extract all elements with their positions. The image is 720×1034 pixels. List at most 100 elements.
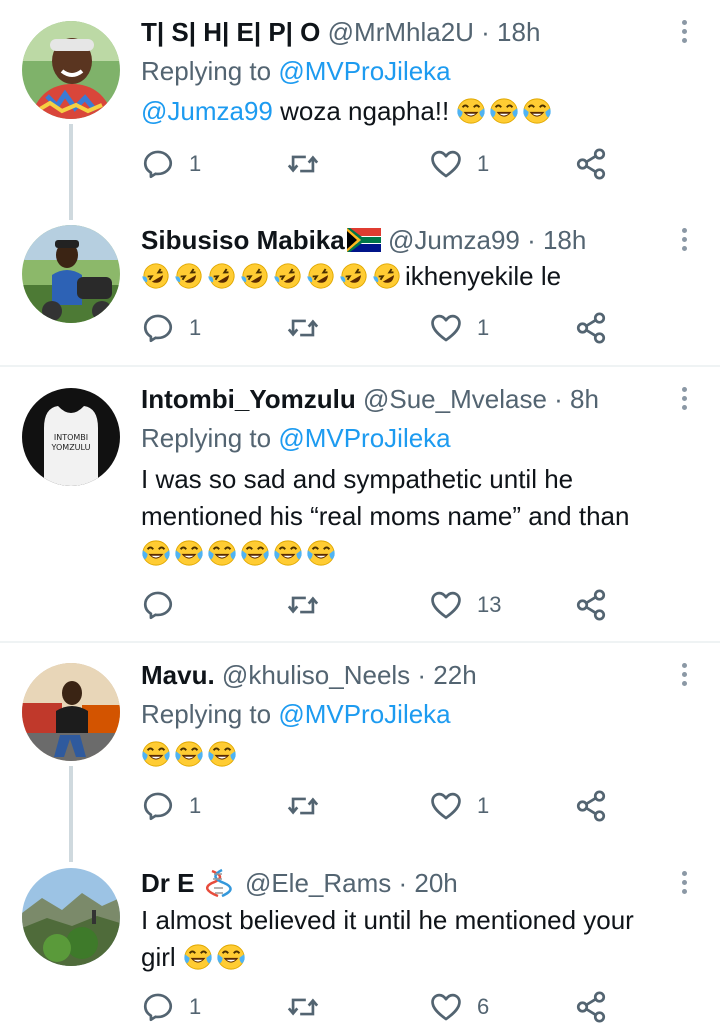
share-icon — [574, 311, 608, 345]
replying-to-link[interactable]: @MVProJileka — [278, 56, 450, 86]
share-icon — [574, 147, 608, 181]
reply-count: 1 — [189, 315, 202, 340]
emoji-run — [141, 739, 240, 769]
tweet-body: woza ngapha!! — [272, 96, 457, 126]
display-name[interactable]: Mavu. — [141, 660, 215, 690]
avatar[interactable] — [22, 21, 120, 119]
reply-icon — [141, 990, 175, 1024]
tweet-body: I was so sad and sympathetic until he me… — [141, 464, 630, 531]
dna-icon — [205, 868, 232, 898]
reply-button[interactable]: 1 — [141, 786, 201, 826]
display-name[interactable]: Dr E — [141, 868, 194, 898]
handle-time[interactable]: @Ele_Rams · 20h — [245, 868, 458, 898]
retweet-button[interactable] — [286, 987, 320, 1027]
reply-button[interactable]: 1 — [141, 144, 201, 184]
more-options-icon[interactable] — [676, 868, 692, 898]
retweet-icon — [286, 789, 320, 823]
like-button[interactable]: 1 — [429, 786, 489, 826]
share-button[interactable] — [574, 987, 608, 1027]
mention-link[interactable]: @Jumza99 — [141, 96, 273, 126]
reply-count: 1 — [189, 793, 202, 818]
more-options-icon[interactable] — [676, 660, 692, 690]
like-button[interactable]: 6 — [429, 987, 489, 1027]
reply-button[interactable]: 1 — [141, 308, 201, 348]
joy-emoji-icon — [306, 539, 336, 567]
replying-to: Replying to @MVProJileka — [141, 697, 451, 731]
tweet-header: Mavu. @khuliso_Neels · 22h — [141, 658, 660, 692]
more-options-icon[interactable] — [676, 17, 692, 47]
tweet[interactable]: T| S| H| E| P| O @MrMhla2U · 18h Replyin… — [0, 0, 720, 220]
tweet-text: @Jumza99 woza ngapha!! — [141, 93, 670, 130]
joy-emoji-icon — [183, 943, 213, 971]
replying-to-label: Replying to — [141, 56, 279, 86]
joy-emoji-icon — [240, 539, 270, 567]
share-button[interactable] — [574, 308, 608, 348]
replying-to-link[interactable]: @MVProJileka — [278, 423, 450, 453]
retweet-button[interactable] — [286, 786, 320, 826]
heart-icon — [429, 588, 463, 622]
avatar[interactable] — [22, 663, 120, 761]
avatar[interactable] — [22, 868, 120, 966]
rofl-emoji-icon — [174, 262, 204, 290]
tweet-header: Dr E @Ele_Rams · 20h — [141, 866, 660, 900]
tweet-header: Sibusiso Mabika @Jumza99 · 18h — [141, 223, 660, 257]
joy-emoji-icon — [522, 97, 552, 125]
more-options-icon[interactable] — [676, 384, 692, 414]
reply-button[interactable] — [141, 585, 189, 625]
retweet-button[interactable] — [286, 308, 320, 348]
rofl-emoji-icon — [141, 262, 171, 290]
like-button[interactable]: 1 — [429, 144, 489, 184]
like-button[interactable]: 1 — [429, 308, 489, 348]
display-name[interactable]: Sibusiso Mabika — [141, 225, 345, 255]
joy-emoji-icon — [141, 539, 171, 567]
handle-time[interactable]: @Jumza99 · 18h — [388, 225, 586, 255]
tweet-text: ikhenyekile le — [141, 258, 670, 295]
heart-icon — [429, 990, 463, 1024]
reply-icon — [141, 588, 175, 622]
retweet-button[interactable] — [286, 144, 320, 184]
display-name[interactable]: Intombi_Yomzulu — [141, 384, 356, 414]
avatar[interactable]: INTOMBI YOMZULU — [22, 388, 120, 486]
tweet[interactable]: Dr E @Ele_Rams · 20h I almost believed i… — [0, 853, 720, 1034]
rofl-emoji-icon — [273, 262, 303, 290]
like-count: 13 — [477, 592, 502, 617]
retweet-icon — [286, 588, 320, 622]
retweet-icon — [286, 990, 320, 1024]
replying-to-label: Replying to — [141, 699, 279, 729]
heart-icon — [429, 311, 463, 345]
joy-emoji-icon — [207, 740, 237, 768]
handle-time[interactable]: @Sue_Mvelase · 8h — [363, 384, 599, 414]
joy-emoji-icon — [273, 539, 303, 567]
display-name[interactable]: T| S| H| E| P| O — [141, 17, 320, 47]
joy-emoji-icon — [174, 740, 204, 768]
reply-count: 1 — [189, 994, 202, 1019]
share-button[interactable] — [574, 144, 608, 184]
replying-to: Replying to @MVProJileka — [141, 54, 451, 88]
share-button[interactable] — [574, 585, 608, 625]
share-button[interactable] — [574, 786, 608, 826]
joy-emoji-icon — [174, 539, 204, 567]
like-count: 6 — [477, 994, 490, 1019]
reply-button[interactable]: 1 — [141, 987, 201, 1027]
tweet[interactable]: INTOMBI YOMZULU Intombi_Yomzulu @Sue_Mve… — [0, 367, 720, 642]
like-button[interactable]: 13 — [429, 585, 501, 625]
like-count: 1 — [477, 315, 490, 340]
tweet[interactable]: Sibusiso Mabika @Jumza99 · 18h ikhenyeki… — [0, 210, 720, 366]
south-africa-flag-icon — [346, 228, 381, 252]
rofl-emoji-icon — [240, 262, 270, 290]
avatar-print-line2: YOMZULU — [51, 443, 91, 452]
handle-time[interactable]: @MrMhla2U · 18h — [328, 17, 541, 47]
replying-to-link[interactable]: @MVProJileka — [278, 699, 450, 729]
joy-emoji-icon — [489, 97, 519, 125]
joy-emoji-icon — [456, 97, 486, 125]
joy-emoji-icon — [216, 943, 246, 971]
handle-time[interactable]: @khuliso_Neels · 22h — [222, 660, 477, 690]
rofl-emoji-icon — [207, 262, 237, 290]
tweet[interactable]: Mavu. @khuliso_Neels · 22h Replying to @… — [0, 643, 720, 862]
emoji-run — [183, 942, 249, 972]
rofl-emoji-icon — [339, 262, 369, 290]
tweet-actions: 1 6 — [0, 987, 720, 1027]
tweet-actions: 1 1 — [0, 144, 720, 184]
retweet-button[interactable] — [286, 585, 320, 625]
more-options-icon[interactable] — [676, 225, 692, 255]
